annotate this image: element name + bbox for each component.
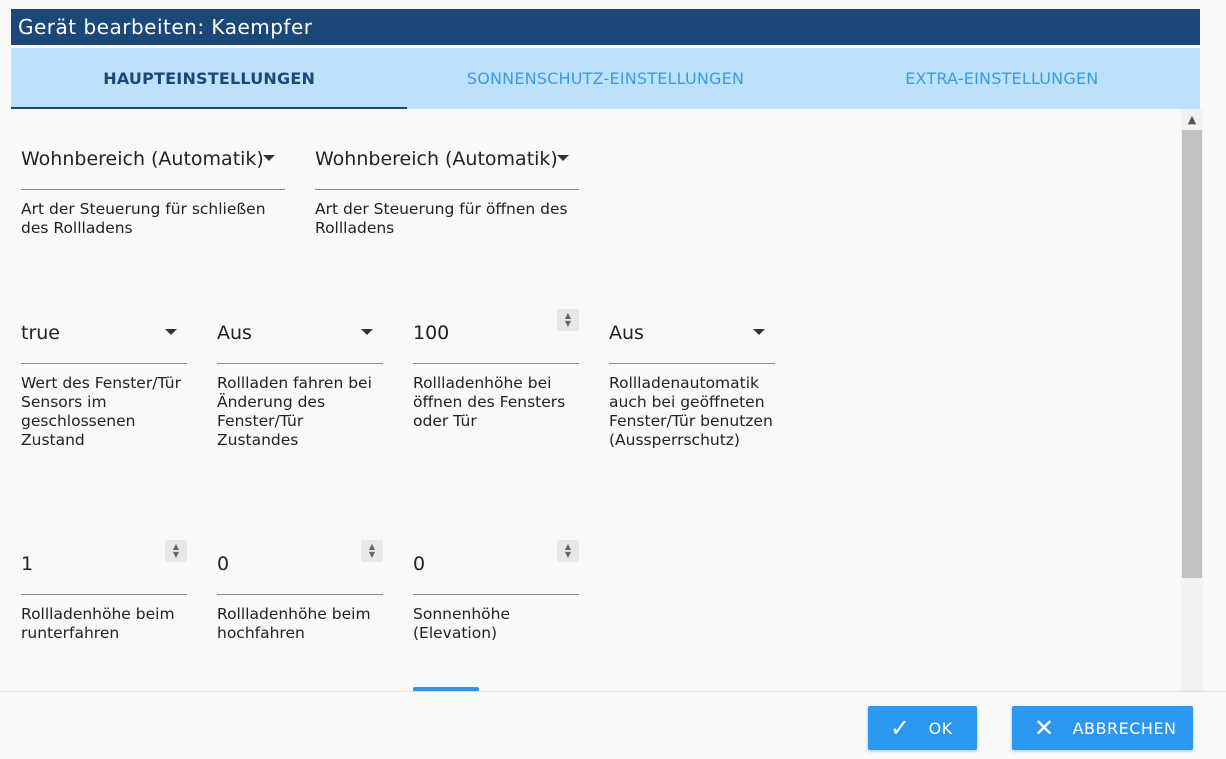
height-up-label: Rollladenhöhe beim hochfahren bbox=[217, 605, 371, 642]
lockout-value: Aus bbox=[609, 322, 644, 344]
elevation-label: Sonnenhöhe (Elevation) bbox=[413, 605, 510, 642]
close-mode-value: Wohnbereich (Automatik) bbox=[21, 148, 264, 170]
tab-sonnenschutz-einstellungen[interactable]: SONNENSCHUTZ-EINSTELLUNGEN bbox=[407, 48, 803, 109]
height-down-input[interactable]: 1 ▲ ▼ bbox=[21, 540, 187, 595]
sensor-value-select[interactable]: true bbox=[21, 322, 187, 364]
close-mode-select[interactable]: Wohnbereich (Automatik) bbox=[21, 148, 285, 190]
close-icon: ✕ bbox=[1034, 714, 1055, 742]
sensor-value-field: true Wert des Fenster/Tür Sensors im ges… bbox=[21, 322, 187, 450]
height-down-field: 1 ▲ ▼ Rollladenhöhe beim runterfahren bbox=[21, 540, 187, 643]
tab-bar: HAUPTEINSTELLUNGEN SONNENSCHUTZ-EINSTELL… bbox=[11, 48, 1200, 109]
elevation-value: 0 bbox=[413, 553, 426, 575]
ok-button[interactable]: ✓ OK bbox=[868, 706, 977, 750]
caret-down-icon bbox=[165, 329, 177, 335]
height-down-value: 1 bbox=[21, 553, 34, 575]
open-mode-field: Wohnbereich (Automatik) Art der Steuerun… bbox=[315, 148, 579, 238]
dialog-title: Gerät bearbeiten: Kaempfer bbox=[11, 9, 1200, 45]
scroll-up-arrow-icon[interactable]: ▲ bbox=[1181, 109, 1203, 129]
open-mode-value: Wohnbereich (Automatik) bbox=[315, 148, 558, 170]
settings-content: Wohnbereich (Automatik) Art der Steuerun… bbox=[11, 109, 1181, 691]
drive-on-change-field: Aus Rollladen fahren bei Änderung des Fe… bbox=[217, 322, 383, 450]
cancel-button[interactable]: ✕ ABBRECHEN bbox=[1012, 706, 1193, 750]
height-up-value: 0 bbox=[217, 553, 230, 575]
elevation-input[interactable]: 0 ▲ ▼ bbox=[413, 540, 579, 595]
drive-on-change-select[interactable]: Aus bbox=[217, 322, 383, 364]
lockout-field: Aus Rollladenautomatik auch bei geöffnet… bbox=[609, 322, 775, 450]
lockout-label: Rollladenautomatik auch bei geöffneten F… bbox=[609, 374, 773, 449]
drive-on-change-value: Aus bbox=[217, 322, 252, 344]
height-open-window-value: 100 bbox=[413, 322, 450, 344]
drive-on-change-label: Rollladen fahren bei Änderung des Fenste… bbox=[217, 374, 372, 449]
caret-down-icon bbox=[753, 329, 765, 335]
open-mode-select[interactable]: Wohnbereich (Automatik) bbox=[315, 148, 579, 190]
height-up-input[interactable]: 0 ▲ ▼ bbox=[217, 540, 383, 595]
spinner-icon[interactable]: ▲ ▼ bbox=[361, 540, 383, 562]
scroll-thumb[interactable] bbox=[1182, 130, 1202, 578]
caret-down-icon bbox=[361, 329, 373, 335]
lockout-select[interactable]: Aus bbox=[609, 322, 775, 364]
height-down-label: Rollladenhöhe beim runterfahren bbox=[21, 605, 175, 642]
ok-button-label: OK bbox=[928, 718, 953, 738]
sensor-value-label: Wert des Fenster/Tür Sensors im geschlos… bbox=[21, 374, 181, 449]
dialog-footer: ✓ OK ✕ ABBRECHEN bbox=[0, 691, 1226, 759]
caret-down-icon bbox=[557, 155, 569, 161]
spinner-icon[interactable]: ▲ ▼ bbox=[557, 540, 579, 562]
sensor-value-value: true bbox=[21, 322, 60, 344]
close-mode-label: Art der Steuerung für schließen des Roll… bbox=[21, 200, 266, 237]
check-icon: ✓ bbox=[890, 714, 911, 742]
spinner-icon[interactable]: ▲ ▼ bbox=[165, 540, 187, 562]
open-mode-label: Art der Steuerung für öffnen des Rolllad… bbox=[315, 200, 568, 237]
cancel-button-label: ABBRECHEN bbox=[1072, 718, 1177, 738]
height-open-window-label: Rollladenhöhe bei öffnen des Fensters od… bbox=[413, 374, 566, 430]
height-open-window-field: 100 ▲ ▼ Rollladenhöhe bei öffnen des Fens… bbox=[413, 309, 579, 431]
content-scrollbar[interactable]: ▲ bbox=[1181, 109, 1203, 691]
tab-extra-einstellungen[interactable]: EXTRA-EINSTELLUNGEN bbox=[804, 48, 1200, 109]
spinner-icon[interactable]: ▲ ▼ bbox=[557, 309, 579, 331]
elevation-field: 0 ▲ ▼ Sonnenhöhe (Elevation) bbox=[413, 540, 579, 643]
close-mode-field: Wohnbereich (Automatik) Art der Steuerun… bbox=[21, 148, 285, 238]
tab-haupteinstellungen[interactable]: HAUPTEINSTELLUNGEN bbox=[11, 48, 408, 109]
height-open-window-input[interactable]: 100 ▲ ▼ bbox=[413, 309, 579, 364]
height-up-field: 0 ▲ ▼ Rollladenhöhe beim hochfahren bbox=[217, 540, 383, 643]
caret-down-icon bbox=[263, 155, 275, 161]
